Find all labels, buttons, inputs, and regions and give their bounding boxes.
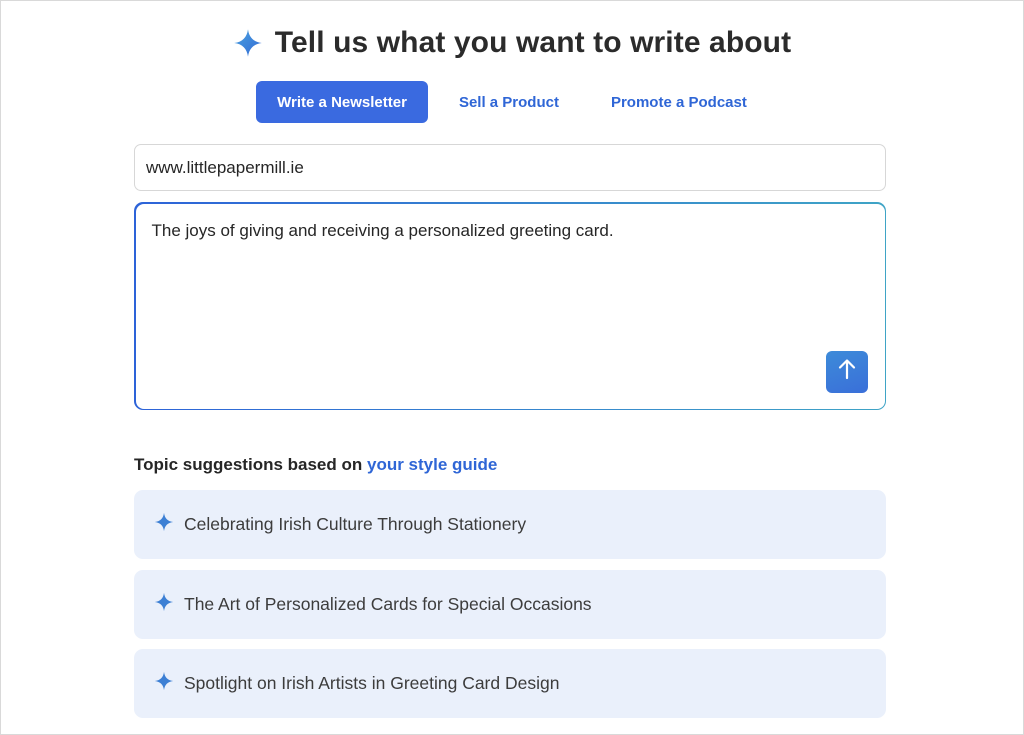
topic-prompt-box: The joys of giving and receiving a perso… [134, 202, 886, 410]
suggestion-label: Celebrating Irish Culture Through Statio… [184, 514, 527, 534]
sparkle-icon [154, 671, 174, 696]
sparkle-icon [233, 28, 263, 58]
mode-tabs: Write a Newsletter Sell a Product Promot… [0, 81, 1024, 123]
website-url-input[interactable] [134, 144, 886, 191]
tab-promote-podcast[interactable]: Promote a Podcast [590, 81, 768, 123]
suggestion-item[interactable]: Celebrating Irish Culture Through Statio… [134, 490, 886, 559]
page-header: Tell us what you want to write about [0, 26, 1024, 60]
suggestions-heading-prefix: Topic suggestions based on [134, 455, 367, 474]
suggestion-label: Spotlight on Irish Artists in Greeting C… [184, 673, 560, 693]
submit-button[interactable] [825, 350, 868, 393]
topic-prompt-field[interactable]: The joys of giving and receiving a perso… [135, 203, 885, 409]
sparkle-icon [154, 592, 174, 617]
arrow-up-icon [837, 358, 857, 385]
tab-sell-product[interactable]: Sell a Product [438, 81, 580, 123]
page-title: Tell us what you want to write about [274, 26, 792, 59]
suggestions-heading: Topic suggestions based on your style gu… [134, 455, 497, 475]
suggestion-item[interactable]: Spotlight on Irish Artists in Greeting C… [134, 649, 886, 718]
style-guide-link[interactable]: your style guide [367, 455, 497, 474]
topic-prompt-text: The joys of giving and receiving a perso… [151, 220, 614, 240]
suggestion-item[interactable]: The Art of Personalized Cards for Specia… [134, 570, 886, 639]
suggestion-label: The Art of Personalized Cards for Specia… [184, 594, 592, 614]
tab-write-newsletter[interactable]: Write a Newsletter [256, 81, 428, 123]
sparkle-icon [154, 512, 174, 537]
